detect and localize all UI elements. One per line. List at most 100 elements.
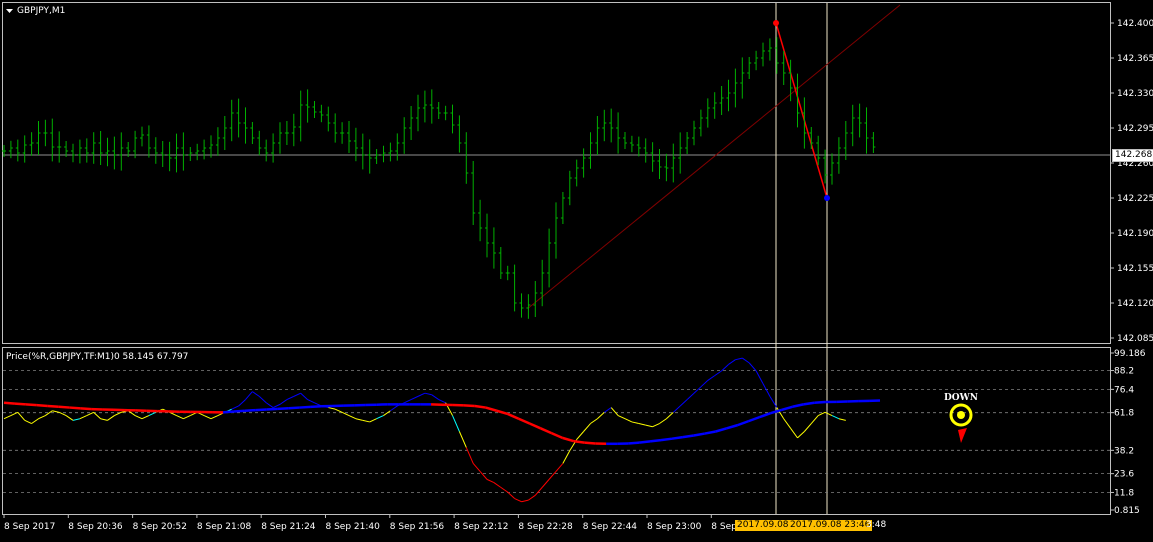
oscillator-segment — [729, 360, 736, 365]
oscillator-segment — [266, 403, 273, 408]
price-tick-label: 142.120 — [1117, 299, 1153, 309]
price-bar — [533, 281, 537, 317]
price-bar — [699, 110, 703, 137]
price-bar — [733, 69, 737, 108]
price-bar — [375, 149, 379, 164]
signal-marker: DOWN — [944, 393, 978, 443]
price-bar — [333, 113, 337, 142]
moving-average-segment — [37, 405, 48, 406]
oscillator-segment — [701, 380, 708, 386]
price-bar — [692, 121, 696, 145]
oscillator-segment — [549, 471, 556, 479]
moving-average-segment — [81, 408, 92, 409]
oscillator-segment — [501, 487, 508, 492]
price-bar — [671, 144, 675, 183]
price-tick-label: 142.155 — [1117, 264, 1153, 274]
price-bar — [250, 122, 254, 144]
time-tick-label: 8 Sep 21:56 — [390, 522, 445, 532]
oscillator-segment — [108, 416, 115, 421]
price-bar — [492, 227, 496, 268]
price-tick-label: 142.365 — [1117, 54, 1153, 64]
price-bar — [175, 134, 179, 173]
price-bar — [9, 141, 13, 158]
oscillator-segment — [52, 411, 59, 413]
price-bar — [30, 132, 34, 156]
moving-average-segment — [628, 443, 639, 444]
oscillator-segment — [294, 393, 301, 396]
price-bar — [685, 132, 689, 154]
crosshair-time-tag-right: 2017.09.08 23:46 — [788, 520, 872, 531]
oscillator-segment — [384, 411, 391, 416]
price-bar — [520, 293, 524, 317]
oscillator-segment — [32, 419, 39, 424]
oscillator-segment — [335, 409, 342, 412]
oscillator-segment — [473, 463, 480, 471]
indicator-tick-label: 76.4 — [1114, 385, 1134, 395]
oscillator-segment — [577, 432, 584, 440]
price-bar — [257, 131, 261, 155]
moving-average-segment — [661, 439, 672, 440]
price-bar — [471, 161, 475, 225]
oscillator-segment — [211, 416, 218, 419]
price-bar — [278, 122, 282, 154]
price-bar — [209, 135, 213, 157]
price-tick-label: 142.400 — [1117, 19, 1153, 29]
time-tick-label: 8 Sep 20:52 — [133, 522, 187, 532]
price-bar — [575, 160, 579, 187]
time-tick-label: 8 Sep 20:36 — [68, 522, 123, 532]
price-bar — [292, 114, 296, 146]
time-tick-label: 8 Sep 22:44 — [583, 522, 638, 532]
signal-label: DOWN — [944, 393, 978, 403]
oscillator-segment — [101, 419, 108, 421]
moving-average-segment — [59, 407, 70, 408]
oscillator-segment — [466, 447, 473, 463]
price-bar — [223, 116, 227, 150]
oscillator-segment — [646, 425, 653, 427]
oscillator-segment — [832, 416, 839, 419]
price-bar — [595, 116, 599, 155]
price-bar — [768, 38, 772, 60]
price-bar — [119, 132, 123, 170]
price-bar — [216, 127, 220, 156]
oscillator-segment — [542, 479, 549, 487]
oscillator-segment — [680, 400, 687, 406]
price-tick-label: 142.085 — [1117, 334, 1153, 344]
moving-average-segment — [552, 433, 563, 438]
moving-average-segment — [716, 428, 727, 431]
oscillator-segment — [811, 416, 818, 424]
price-bar — [202, 140, 206, 160]
oscillator-segment — [804, 424, 811, 432]
oscillator-segment — [563, 451, 570, 464]
price-bar — [720, 86, 724, 115]
moving-average-segment — [223, 412, 234, 413]
time-tick-label: 8 Sep 23:00 — [647, 522, 702, 532]
moving-average-segment — [530, 424, 541, 429]
moving-average-segment — [749, 417, 760, 421]
oscillator-segment — [135, 416, 142, 419]
chart-window[interactable]: GBPJPY,M1 Price(%R,GBPJPY,TF:M1)0 58.145… — [0, 0, 1153, 538]
price-bar — [740, 57, 744, 98]
price-bar — [658, 149, 662, 179]
symbol-menu-triangle-icon[interactable] — [6, 9, 13, 13]
price-bar — [678, 132, 682, 173]
price-bar — [609, 109, 613, 143]
price-bar — [464, 132, 468, 184]
price-bar — [409, 106, 413, 140]
oscillator-segment — [584, 424, 591, 432]
price-bar — [285, 121, 289, 145]
price-bar — [85, 138, 89, 162]
price-bar — [133, 131, 137, 158]
price-bar — [154, 137, 158, 164]
oscillator-segment — [142, 416, 149, 419]
price-bar — [264, 140, 268, 162]
indicator-label: Price(%R,GBPJPY,TF:M1)0 58.145 67.797 — [6, 352, 188, 362]
moving-average-segment — [48, 406, 59, 407]
chart-canvas[interactable]: GBPJPY,M1 Price(%R,GBPJPY,TF:M1)0 58.145… — [0, 0, 1153, 538]
price-bar — [437, 102, 441, 119]
oscillator-segment — [735, 358, 742, 360]
oscillator-segment — [280, 400, 287, 405]
price-bar — [230, 100, 234, 141]
price-bar — [140, 127, 144, 147]
moving-average-segment — [727, 425, 738, 428]
price-bar — [865, 107, 869, 153]
